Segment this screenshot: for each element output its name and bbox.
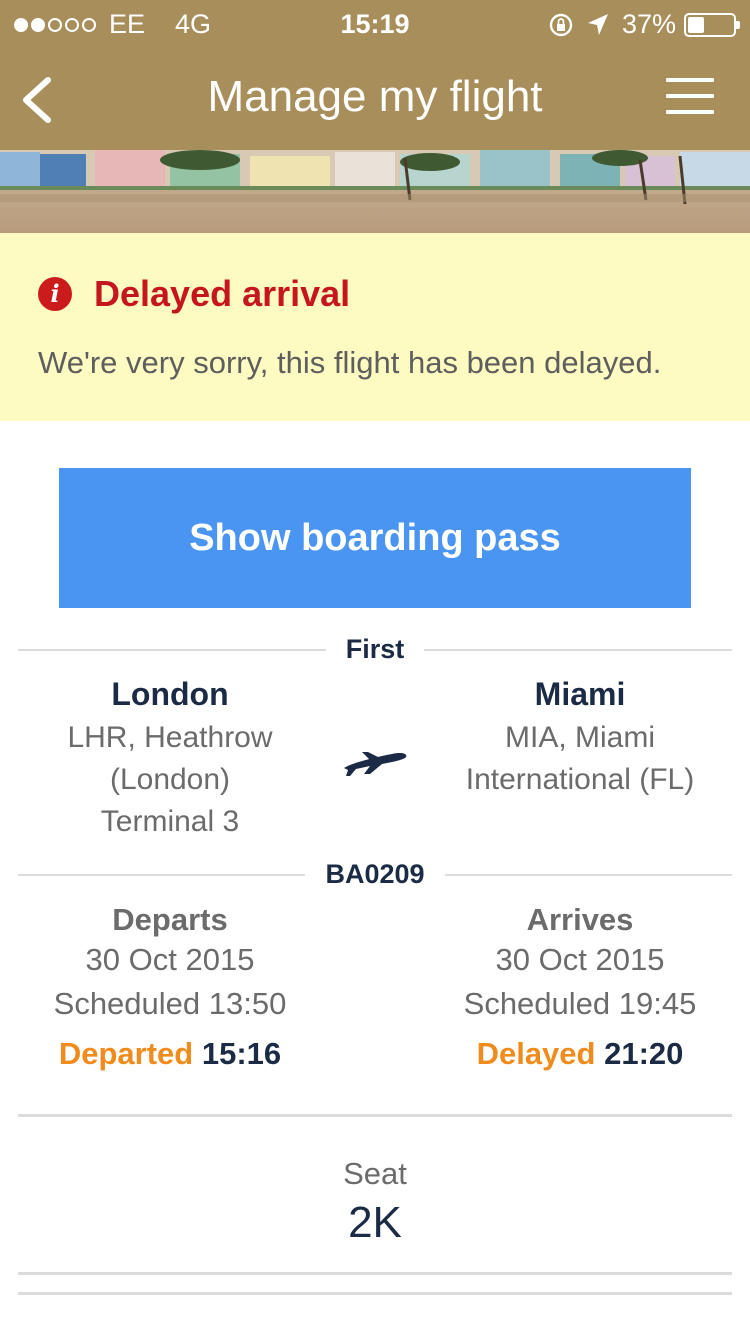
arrival-scheduled: Scheduled 19:45 [463, 986, 697, 1021]
origin-airport-line: LHR, Heathrow [67, 721, 273, 754]
alert-message: We're very sorry, this flight has been d… [38, 345, 662, 380]
origin-block: London LHR, Heathrow (London) Terminal 3 [20, 676, 320, 843]
show-boarding-pass-button[interactable]: Show boarding pass [59, 468, 691, 608]
divider [18, 1292, 732, 1295]
hamburger-menu-icon[interactable] [666, 78, 714, 118]
departure-date: 30 Oct 2015 [85, 942, 255, 977]
battery-icon [684, 12, 740, 37]
battery-percentage: 37% [621, 9, 676, 39]
departure-scheduled: Scheduled 13:50 [53, 986, 287, 1021]
app-header: EE 4G 15:19 37% Manage my flight [0, 0, 750, 150]
departs-heading: Departs [112, 902, 228, 937]
arrival-date: 30 Oct 2015 [495, 942, 665, 977]
destination-block: Miami MIA, Miami International (FL) [430, 676, 730, 801]
seat-block: Seat 2K [0, 1156, 750, 1248]
location-arrow-icon [587, 13, 608, 35]
cabin-class: First [325, 634, 425, 664]
airplane-icon [344, 752, 407, 776]
departure-status: Departed [58, 1036, 194, 1071]
origin-airport-line: (London) [109, 763, 231, 796]
orientation-lock-icon [549, 13, 573, 36]
destination-city: Miami [534, 676, 626, 712]
info-icon: i [38, 277, 72, 311]
beach-hero-image [0, 150, 750, 233]
departure-actual-time: 15:16 [201, 1036, 282, 1071]
divider [18, 1114, 732, 1117]
departure-block: Departs 30 Oct 2015 Scheduled 13:50 Depa… [20, 902, 320, 1072]
arrival-expected-time: 21:20 [604, 1036, 684, 1071]
arrives-heading: Arrives [526, 902, 634, 937]
navigation-bar: Manage my flight [0, 50, 750, 150]
arrival-status: Delayed [476, 1036, 596, 1071]
seat-label: Seat [343, 1156, 407, 1191]
destination-airport-line: MIA, Miami [505, 721, 655, 754]
flight-number: BA0209 [305, 859, 445, 889]
page-title: Manage my flight [207, 72, 543, 121]
divider [18, 1272, 732, 1275]
origin-city: London [111, 676, 229, 712]
arrival-block: Arrives 30 Oct 2015 Scheduled 19:45 Dela… [430, 902, 730, 1072]
origin-terminal: Terminal 3 [100, 805, 240, 838]
delay-alert-banner: i Delayed arrival We're very sorry, this… [0, 233, 750, 421]
destination-airport-line: International (FL) [465, 763, 695, 796]
seat-number: 2K [348, 1198, 402, 1247]
status-bar: EE 4G 15:19 37% [0, 0, 750, 50]
alert-heading: Delayed arrival [94, 273, 351, 314]
